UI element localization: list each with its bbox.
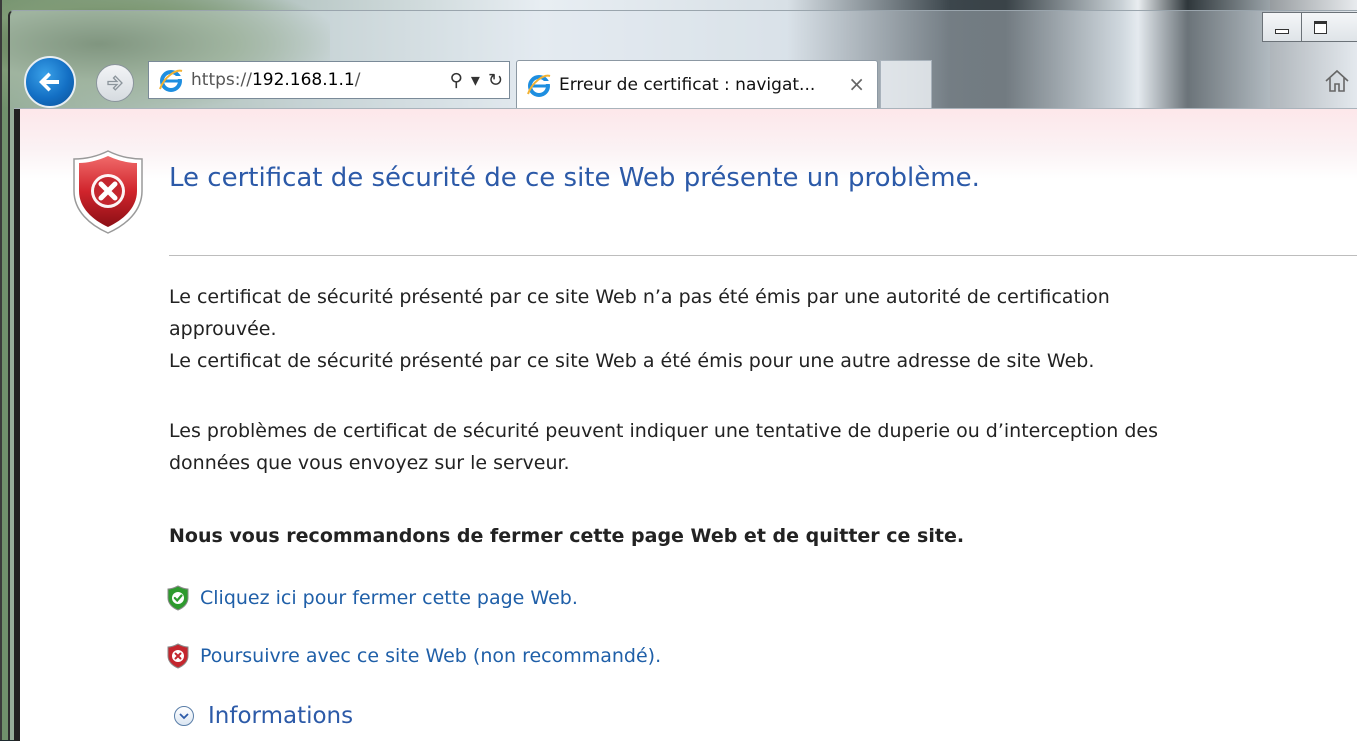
minimize-button[interactable] (1262, 12, 1302, 42)
paragraph-address-mismatch: Le certificat de sécurité présenté par c… (169, 350, 1095, 372)
informations-label: Informations (208, 703, 354, 729)
forward-arrow-icon (107, 75, 123, 91)
paragraph-untrusted-authority: Le certificat de sécurité présenté par c… (169, 281, 1354, 345)
address-bar[interactable]: https://192.168.1.1/ ⚲ ▾ ↻ (148, 61, 510, 99)
url-host: 192.168.1.1 (251, 70, 355, 90)
tab-certificate-error[interactable]: Erreur de certificat : navigat... × (516, 60, 878, 108)
paragraph-line: Les problèmes de certificat de sécurité … (169, 420, 1159, 442)
refresh-icon[interactable]: ↻ (488, 70, 503, 91)
paragraph-line: Le certificat de sécurité présenté par c… (169, 286, 1110, 308)
tab-title: Erreur de certificat : navigat... (559, 74, 816, 95)
chevron-down-icon (174, 706, 194, 726)
url-path: / (354, 70, 361, 90)
continue-site-row[interactable]: Poursuivre avec ce site Web (non recomma… (166, 643, 661, 669)
minimize-icon (1275, 28, 1289, 34)
back-button[interactable] (24, 56, 76, 108)
ie-logo-icon (525, 71, 553, 99)
chevron-down-icon[interactable]: ▾ (471, 70, 480, 91)
search-icon[interactable]: ⚲ (450, 70, 463, 91)
page-title: Le certificat de sécurité de ce site Web… (169, 163, 980, 193)
green-shield-icon (167, 585, 189, 611)
informations-toggle[interactable]: Informations (174, 703, 353, 729)
continue-site-link[interactable]: Poursuivre avec ce site Web (non recomma… (200, 645, 661, 667)
red-shield-icon (167, 643, 189, 669)
back-arrow-icon (39, 72, 59, 92)
paragraph-interception-warning: Les problèmes de certificat de sécurité … (169, 415, 1354, 479)
paragraph-line: approuvée. (169, 318, 277, 340)
new-tab-button[interactable] (880, 60, 932, 108)
title-divider (169, 255, 1357, 256)
close-page-link[interactable]: Cliquez ici pour fermer cette page Web. (200, 587, 578, 609)
close-page-row[interactable]: Cliquez ici pour fermer cette page Web. (166, 585, 578, 611)
frame-edge (14, 109, 20, 741)
url-text[interactable]: https://192.168.1.1/ (191, 70, 360, 90)
error-shield-icon (73, 150, 143, 234)
maximize-icon (1314, 20, 1327, 34)
paragraph-line: données que vous envoyez sur le serveur. (169, 452, 570, 474)
certificate-error-page: Le certificat de sécurité de ce site Web… (14, 108, 1357, 741)
address-tools: ⚲ ▾ ↻ (450, 62, 503, 98)
forward-button[interactable] (96, 64, 134, 102)
url-scheme: https:// (191, 70, 252, 90)
maximize-button[interactable] (1302, 12, 1357, 42)
ie-logo-icon (157, 66, 185, 94)
window-controls (1262, 12, 1357, 42)
close-icon[interactable]: × (848, 72, 865, 96)
home-icon[interactable] (1322, 66, 1352, 96)
recommendation-text: Nous vous recommandons de fermer cette p… (169, 525, 965, 547)
